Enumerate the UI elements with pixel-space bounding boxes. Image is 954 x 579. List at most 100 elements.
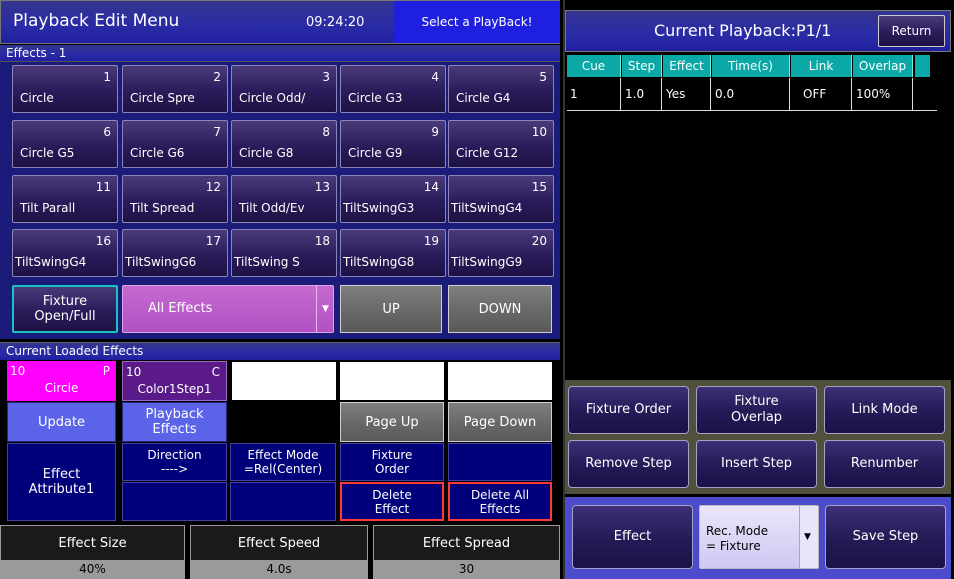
loaded-slot-4[interactable] <box>340 362 444 400</box>
effect-size-param[interactable]: Effect Size 40% <box>0 525 185 579</box>
effect-number: 15 <box>531 180 547 194</box>
insert-step-button[interactable]: Insert Step <box>696 440 817 488</box>
effect-number: 20 <box>531 234 547 248</box>
effect-button-11[interactable]: 11 Tilt Parall <box>12 175 118 223</box>
empty-cell <box>448 443 552 481</box>
fixture-overlap-button[interactable]: Fixture Overlap <box>696 386 817 434</box>
effect-button-13[interactable]: 13 Tilt Odd/Ev <box>231 175 337 223</box>
rec-mode-select[interactable]: Rec. Mode = Fixture ▼ <box>699 505 819 569</box>
direction-button[interactable]: Direction ----> <box>122 443 227 481</box>
page-down-button[interactable]: Page Down <box>448 402 552 442</box>
loaded-slot-2[interactable]: 10 C Color1Step1 <box>122 361 227 401</box>
loaded-slot-2-tag: C <box>211 365 220 379</box>
loaded-slot-3[interactable] <box>232 362 336 400</box>
loaded-slot-5[interactable] <box>448 362 552 400</box>
remove-step-button[interactable]: Remove Step <box>568 440 689 488</box>
effect-size-value: 40% <box>79 562 106 576</box>
down-button[interactable]: DOWN <box>448 285 552 333</box>
loaded-slot-2-name: Color1Step1 <box>137 382 212 396</box>
playback-effects-button[interactable]: Playback Effects <box>122 402 227 442</box>
fixture-open-full-button[interactable]: Fixture Open/Full <box>12 285 118 333</box>
effect-spread-label-box: Effect Spread <box>374 526 559 560</box>
loaded-slot-1[interactable]: 10 P Circle <box>7 361 116 401</box>
effect-button-20[interactable]: 20 TiltSwingG9 <box>448 229 554 277</box>
effect-button-16[interactable]: 16 TiltSwingG4 <box>12 229 118 277</box>
effect-spread-param[interactable]: Effect Spread 30 <box>373 525 560 579</box>
fixture-overlap-label-2: Overlap <box>730 410 783 425</box>
effect-button-3[interactable]: 3 Circle Odd/ <box>231 65 337 113</box>
effect-button-8[interactable]: 8 Circle G8 <box>231 120 337 168</box>
rec-mode-label-1: Rec. Mode <box>706 524 769 538</box>
dropdown-divider <box>316 286 317 332</box>
effect-number: 12 <box>205 180 221 194</box>
effect-button-6[interactable]: 6 Circle G5 <box>12 120 118 168</box>
effect-params-bar: Effect Size 40% Effect Speed 4.0s Effect… <box>0 525 560 579</box>
loaded-effects-section-header: Current Loaded Effects <box>0 342 560 360</box>
effect-button-17[interactable]: 17 TiltSwingG6 <box>122 229 228 277</box>
up-button-label: UP <box>382 301 400 317</box>
effects-filter-value: All Effects <box>148 301 213 316</box>
effect-number: 4 <box>431 70 439 84</box>
effect-number: 3 <box>322 70 330 84</box>
loaded-slot-1-name: Circle <box>44 381 79 395</box>
up-button[interactable]: UP <box>340 285 442 333</box>
effect-mode-button[interactable]: Effect Mode =Rel(Center) <box>230 443 336 481</box>
record-panel: Effect Rec. Mode = Fixture ▼ Save Step <box>565 497 951 579</box>
delete-all-effects-label-1: Delete All <box>470 487 530 502</box>
delete-all-effects-button[interactable]: Delete All Effects <box>448 482 552 521</box>
effect-number: 2 <box>213 70 221 84</box>
effect-speed-value: 4.0s <box>266 562 292 576</box>
effect-number: 7 <box>213 125 221 139</box>
insert-step-label: Insert Step <box>720 456 793 471</box>
effect-button-15[interactable]: 15 TiltSwingG4 <box>448 175 554 223</box>
chevron-down-icon: ▼ <box>322 304 329 314</box>
column-header: Cue <box>567 55 621 77</box>
empty-cell <box>230 482 336 521</box>
update-button[interactable]: Update <box>7 402 116 442</box>
page-up-button[interactable]: Page Up <box>340 402 444 442</box>
playback-effects-label-1: Playback <box>145 407 204 422</box>
renumber-button[interactable]: Renumber <box>824 440 945 488</box>
effect-number: 11 <box>95 180 111 194</box>
effect-number: 18 <box>314 234 330 248</box>
effect-button-9[interactable]: 9 Circle G9 <box>340 120 446 168</box>
save-step-button[interactable]: Save Step <box>825 505 946 569</box>
effect-label: Circle <box>20 91 54 105</box>
effect-button-5[interactable]: 5 Circle G4 <box>448 65 554 113</box>
effect-button-12[interactable]: 12 Tilt Spread <box>122 175 228 223</box>
fixture-order-toggle[interactable]: Fixture Order <box>340 443 444 481</box>
column-header: Step <box>622 55 662 77</box>
effect-button-2[interactable]: 2 Circle Spre <box>122 65 228 113</box>
loaded-effects-section-title: Current Loaded Effects <box>6 344 144 358</box>
effect-size-label-box: Effect Size <box>1 526 184 560</box>
effect-label: Circle G6 <box>130 146 185 160</box>
effect-button-19[interactable]: 19 TiltSwingG8 <box>340 229 446 277</box>
fixture-order-button[interactable]: Fixture Order <box>568 386 689 434</box>
effect-button-18[interactable]: 18 TiltSwing S <box>231 229 337 277</box>
effects-filter-select[interactable]: All Effects ▼ <box>122 285 334 333</box>
effects-grid: 1 Circle 2 Circle Spre 3 Circle Odd/4 Circle G… <box>0 62 560 282</box>
effect-number: 17 <box>205 234 221 248</box>
delete-effect-button[interactable]: Delete Effect <box>340 482 444 521</box>
effect-button-14[interactable]: 14 TiltSwingG3 <box>340 175 446 223</box>
effect-button[interactable]: Effect <box>572 505 693 569</box>
return-button[interactable]: Return <box>878 15 945 47</box>
effect-button-10[interactable]: 10 Circle G12 <box>448 120 554 168</box>
fixture-order-toggle-label-2: Order <box>374 462 410 476</box>
effect-button-7[interactable]: 7 Circle G6 <box>122 120 228 168</box>
effect-attribute-label-1: Effect <box>42 467 81 482</box>
effect-attribute-button[interactable]: Effect Attribute1 <box>7 443 116 521</box>
column-header: Time(s) <box>712 55 790 77</box>
link-mode-button[interactable]: Link Mode <box>824 386 945 434</box>
effect-speed-param[interactable]: Effect Speed 4.0s <box>190 525 368 579</box>
effects-section-title: Effects - 1 <box>6 46 67 60</box>
rec-mode-label-2: = Fixture <box>706 539 761 553</box>
effect-number: 10 <box>531 125 547 139</box>
table-header-filler <box>915 55 930 77</box>
delete-all-effects-label-2: Effects <box>479 501 521 516</box>
effect-button-4[interactable]: 4 Circle G3 <box>340 65 446 113</box>
effect-button-1[interactable]: 1 Circle <box>12 65 118 113</box>
effect-label: TiltSwingG3 <box>343 201 415 215</box>
effect-mode-label-1: Effect Mode <box>247 448 319 462</box>
rec-mode-dropdown-button[interactable]: ▼ <box>799 506 818 568</box>
